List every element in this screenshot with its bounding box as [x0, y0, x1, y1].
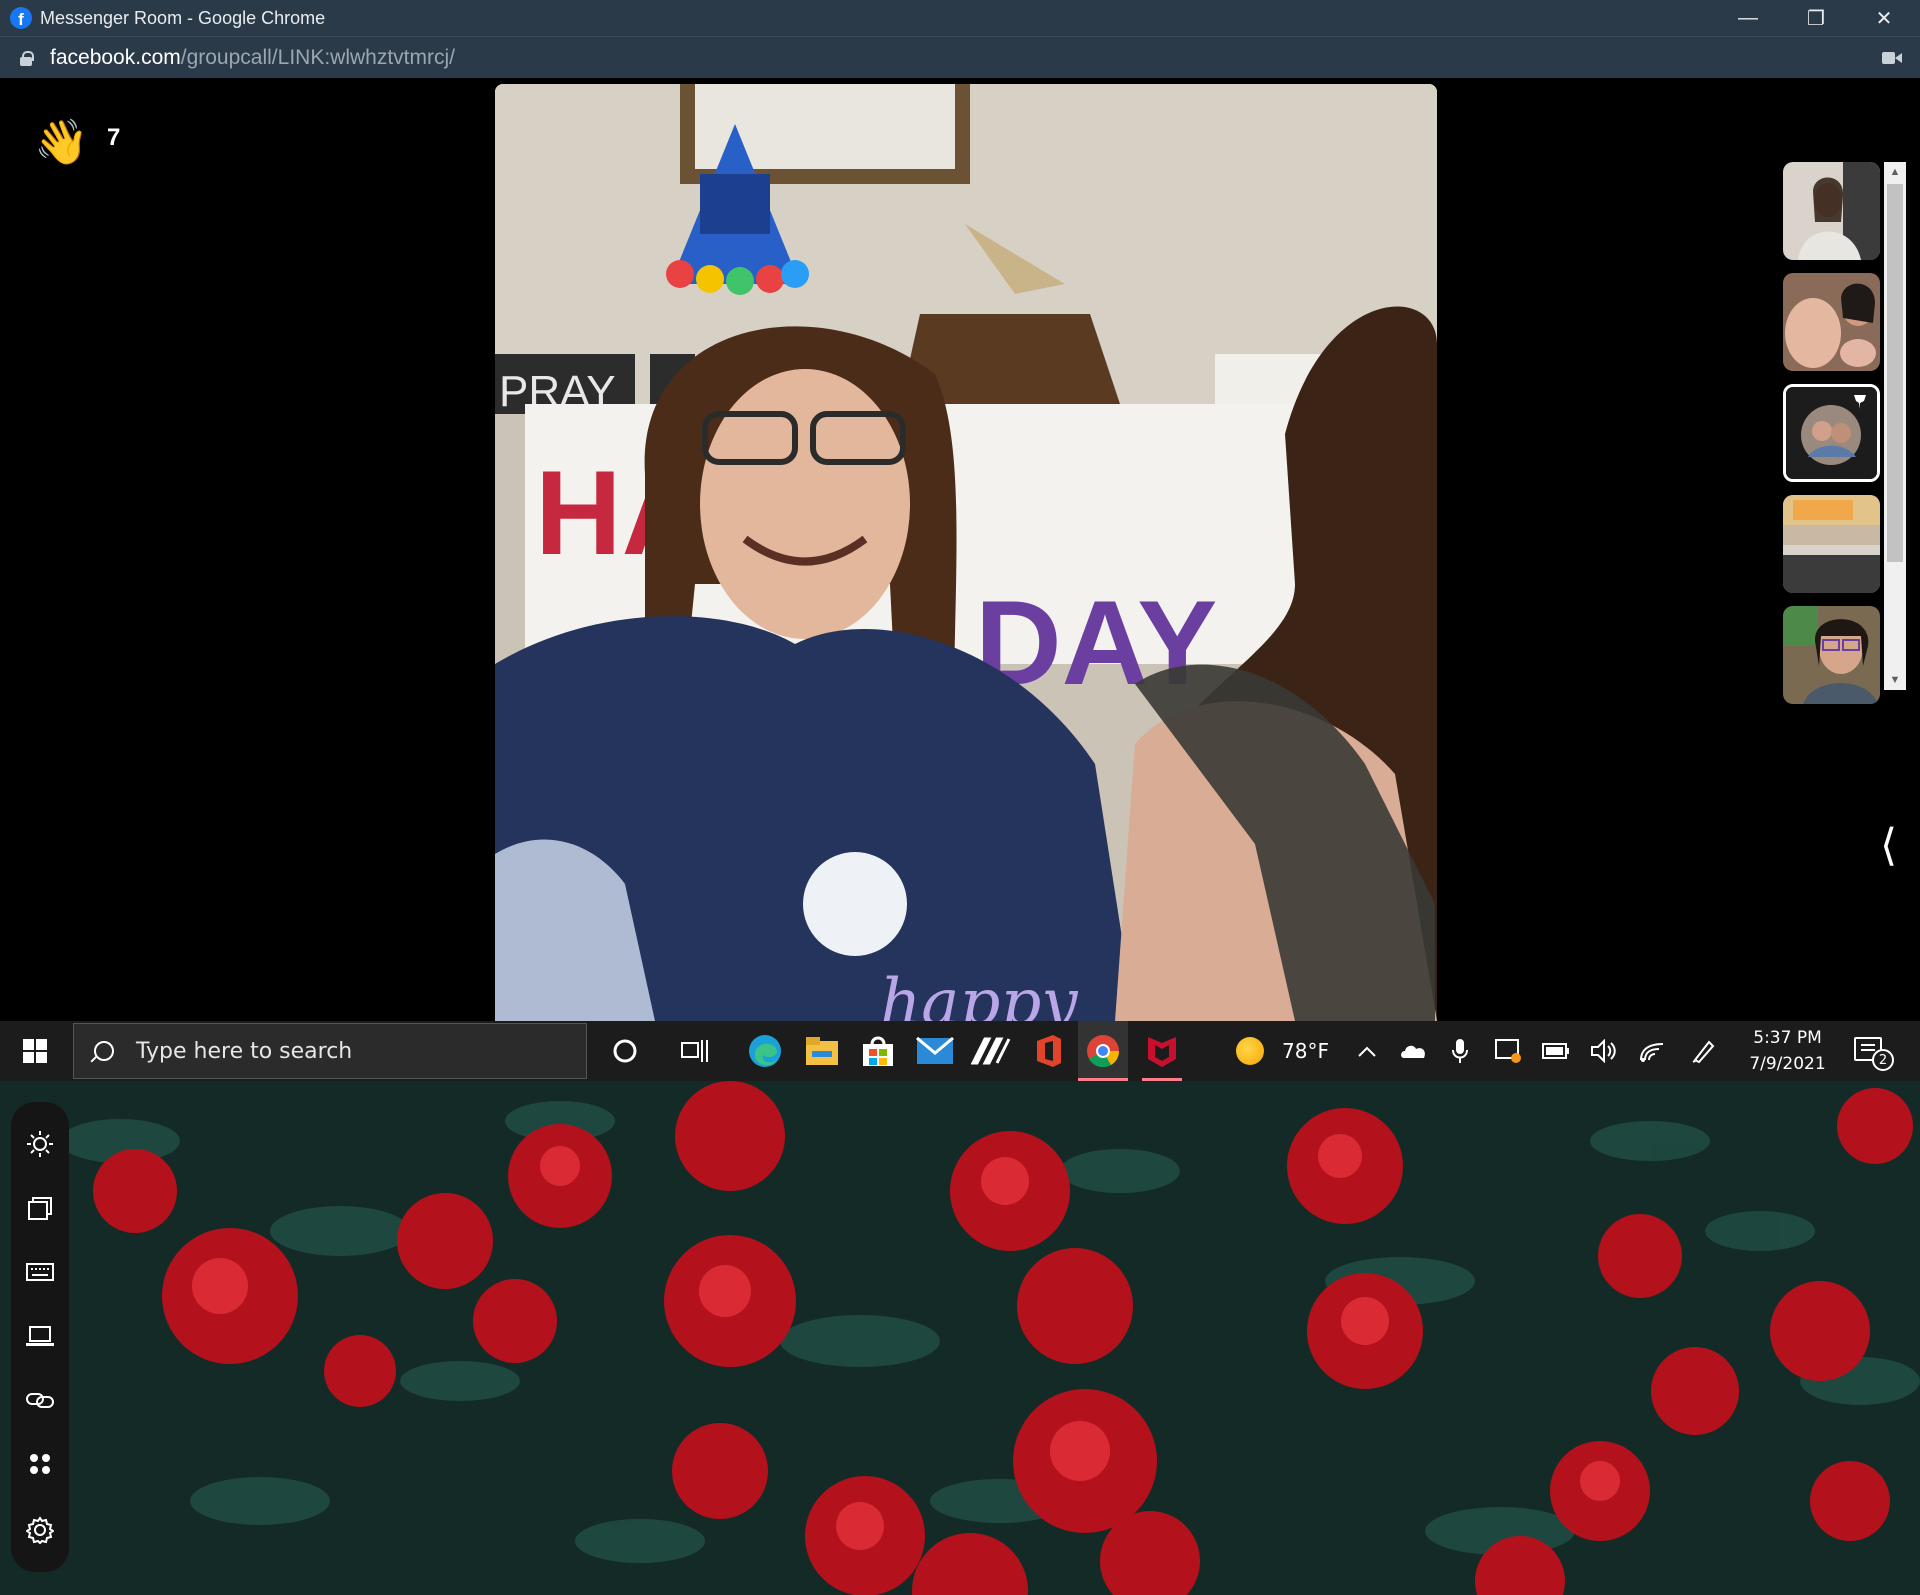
weather-temperature: 78°F — [1282, 1039, 1329, 1063]
scrollbar-thumb[interactable] — [1887, 184, 1903, 562]
windows-start-icon[interactable] — [10, 1021, 60, 1081]
office-icon[interactable] — [1023, 1021, 1073, 1081]
onedrive-cloud-icon[interactable] — [1396, 1021, 1432, 1081]
taskbar-clock[interactable]: 5:37 PM 7/9/2021 — [1730, 1025, 1845, 1077]
pinned-participant-thumbnail[interactable] — [1783, 384, 1880, 482]
wave-icon[interactable]: 👋 — [34, 116, 89, 168]
participant-thumbnail[interactable] — [1783, 495, 1880, 593]
participant-scrollbar[interactable]: ▲ ▼ — [1884, 162, 1906, 690]
search-icon — [94, 1041, 114, 1061]
volume-icon[interactable] — [1586, 1021, 1622, 1081]
mcafee-icon[interactable] — [1137, 1021, 1187, 1081]
collapse-panel-icon[interactable]: ⟨ — [1880, 820, 1897, 871]
show-hidden-icons-chevron-icon[interactable] — [1352, 1021, 1382, 1081]
action-center-icon[interactable]: 2 — [1854, 1037, 1894, 1071]
cortana-icon[interactable] — [600, 1021, 650, 1081]
lock-icon[interactable] — [20, 50, 34, 66]
windows-update-icon[interactable] — [1490, 1021, 1526, 1081]
clock-time: 5:37 PM — [1753, 1028, 1822, 1048]
keyboard-icon[interactable] — [11, 1252, 69, 1292]
mail-icon[interactable] — [910, 1021, 960, 1081]
link-icon[interactable] — [11, 1380, 69, 1420]
search-placeholder: Type here to search — [136, 1038, 353, 1064]
weather-widget[interactable]: 78°F — [1236, 1021, 1329, 1081]
participant-thumbnail[interactable] — [1783, 162, 1880, 260]
window-switch-icon[interactable] — [11, 1188, 69, 1228]
camera-permission-icon[interactable] — [1882, 51, 1902, 65]
windows-taskbar: Type here to search 78°F 5:37 PM 7/9/202… — [0, 1021, 1920, 1081]
url-domain: facebook.com — [50, 45, 181, 69]
apps-grid-icon[interactable] — [11, 1444, 69, 1484]
facebook-favicon-icon: f — [10, 7, 32, 29]
restore-button[interactable]: ❐ — [1782, 0, 1850, 36]
pen-icon[interactable] — [1686, 1021, 1722, 1081]
address-bar[interactable]: facebook.com/groupcall/LINK:wlwhztvtmrcj… — [0, 36, 1920, 78]
wifi-icon[interactable] — [1634, 1021, 1670, 1081]
app-icon[interactable] — [966, 1021, 1016, 1081]
close-button[interactable]: ✕ — [1850, 0, 1918, 36]
main-video-feed[interactable]: PRAY HAPPY DAY happy — [495, 84, 1437, 1021]
settings-gear-icon[interactable] — [11, 1510, 69, 1550]
file-explorer-icon[interactable] — [797, 1021, 847, 1081]
chrome-icon[interactable] — [1078, 1021, 1128, 1081]
sun-icon — [1236, 1037, 1264, 1065]
wave-count: 7 — [107, 124, 121, 151]
messenger-room-call: 👋 7 PRAY HAPPY DAY — [0, 78, 1920, 1021]
laptop-icon[interactable] — [11, 1316, 69, 1356]
scroll-down-icon[interactable]: ▼ — [1884, 670, 1906, 690]
url-text[interactable]: facebook.com/groupcall/LINK:wlwhztvtmrcj… — [50, 46, 455, 70]
window-title: Messenger Room - Google Chrome — [40, 7, 326, 28]
participant-thumbnail[interactable] — [1783, 273, 1880, 371]
microsoft-store-icon[interactable] — [853, 1021, 903, 1081]
battery-icon[interactable] — [1538, 1021, 1574, 1081]
brightness-icon[interactable] — [11, 1124, 69, 1164]
browser-title-bar: f Messenger Room - Google Chrome — ❐ ✕ — [0, 0, 1920, 36]
happy-overlay-text: happy — [880, 966, 1078, 1021]
quick-settings-panel — [11, 1102, 69, 1572]
scroll-up-icon[interactable]: ▲ — [1884, 162, 1906, 182]
notification-count-badge: 2 — [1872, 1049, 1894, 1071]
microphone-icon[interactable] — [1444, 1021, 1476, 1081]
taskbar-search-box[interactable]: Type here to search — [73, 1023, 587, 1079]
task-view-icon[interactable] — [670, 1021, 720, 1081]
participant-thumbnail[interactable] — [1783, 606, 1880, 704]
minimize-button[interactable]: — — [1714, 0, 1782, 36]
edge-browser-icon[interactable] — [740, 1021, 790, 1081]
desktop-wallpaper — [0, 1081, 1920, 1595]
url-path: /groupcall/LINK:wlwhztvtmrcj/ — [180, 45, 455, 69]
clock-date: 7/9/2021 — [1749, 1054, 1826, 1074]
